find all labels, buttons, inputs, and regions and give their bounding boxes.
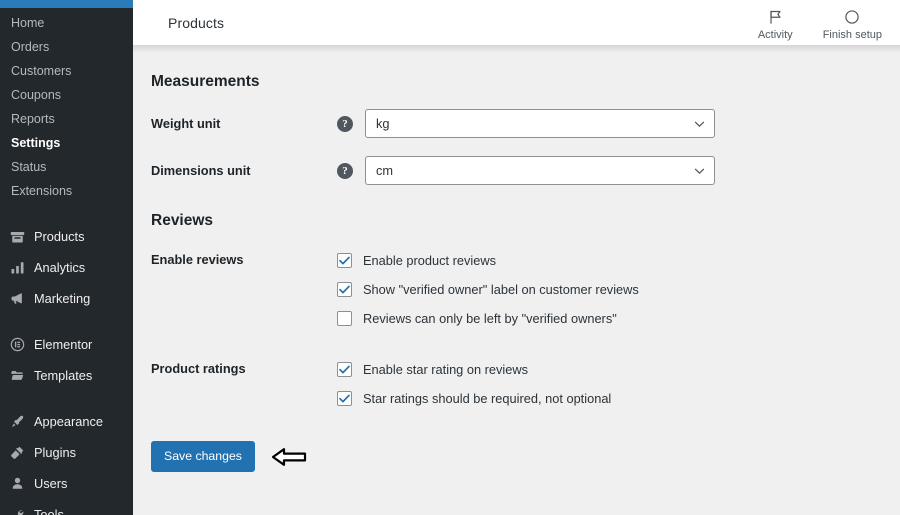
sidebar-item-label: Appearance xyxy=(34,413,104,429)
sidebar-item-templates[interactable]: Templates xyxy=(0,360,133,391)
sidebar-accent-bar xyxy=(0,0,133,8)
sidebar-item-marketing[interactable]: Marketing xyxy=(0,283,133,314)
sidebar-divider xyxy=(0,317,133,326)
checkbox-label: Enable star rating on reviews xyxy=(363,362,529,377)
plugins-icon xyxy=(9,444,26,461)
flag-icon xyxy=(764,7,786,27)
header-actions: Activity Finish setup xyxy=(758,5,900,41)
finish-setup-label: Finish setup xyxy=(822,28,882,41)
weight-unit-row: Weight unit ? kg xyxy=(151,109,900,138)
sidebar-item-label: Users xyxy=(34,475,68,491)
checkbox-row[interactable]: Show "verified owner" label on customer … xyxy=(337,282,639,297)
sidebar-item-label: Tools xyxy=(34,506,64,515)
sidebar-item-coupons[interactable]: Coupons xyxy=(0,83,133,107)
sidebar-item-reports[interactable]: Reports xyxy=(0,107,133,131)
sidebar-item-label: Elementor xyxy=(34,336,93,352)
sidebar-item-settings[interactable]: Settings xyxy=(0,131,133,155)
products-icon xyxy=(9,228,26,245)
reviews-section-title: Reviews xyxy=(151,212,214,229)
sidebar-item-label: Plugins xyxy=(34,444,76,460)
chevron-down-icon xyxy=(694,120,705,127)
sidebar-group-wordpress: Appearance Plugins Users Tools xyxy=(0,403,133,515)
save-changes-button[interactable]: Save changes xyxy=(151,441,255,472)
sidebar-item-analytics[interactable]: Analytics xyxy=(0,252,133,283)
checkbox-label: Show "verified owner" label on customer … xyxy=(363,282,639,297)
sidebar-item-plugins[interactable]: Plugins xyxy=(0,437,133,468)
sidebar-item-label: Products xyxy=(34,228,85,244)
sidebar-item-elementor[interactable]: Elementor xyxy=(0,329,133,360)
product-ratings-row: Product ratings Enable star rating on re… xyxy=(151,361,900,406)
product-ratings-label: Product ratings xyxy=(151,361,246,376)
enable-reviews-options: Enable product reviews Show "verified ow… xyxy=(337,252,639,326)
checkbox-row[interactable]: Enable star rating on reviews xyxy=(337,362,611,377)
enable-reviews-row: Enable reviews Enable product reviews Sh… xyxy=(151,252,900,326)
woocommerce-settings-screen: Home Orders Customers Coupons Reports Se… xyxy=(0,0,900,515)
sidebar-item-tools[interactable]: Tools xyxy=(0,499,133,515)
templates-icon xyxy=(9,367,26,384)
save-row: Save changes xyxy=(151,441,900,472)
elementor-icon xyxy=(9,336,26,353)
chevron-down-icon xyxy=(694,167,705,174)
sidebar-divider xyxy=(0,209,133,218)
checkbox-label: Star ratings should be required, not opt… xyxy=(363,391,612,406)
sidebar-item-status[interactable]: Status xyxy=(0,155,133,179)
activity-button[interactable]: Activity xyxy=(758,5,793,41)
enable-reviews-label: Enable reviews xyxy=(151,252,244,267)
page-header: Products Activity Finish setup xyxy=(133,0,900,53)
sidebar-item-users[interactable]: Users xyxy=(0,468,133,499)
sidebar-item-label: Marketing xyxy=(34,290,91,306)
activity-label: Activity xyxy=(757,28,793,41)
woocommerce-submenu: Home Orders Customers Coupons Reports Se… xyxy=(0,8,133,209)
weight-unit-value: kg xyxy=(376,116,390,131)
checkbox-row[interactable]: Enable product reviews xyxy=(337,253,639,268)
sidebar-item-label: Analytics xyxy=(34,259,86,275)
product-ratings-options: Enable star rating on reviews Star ratin… xyxy=(337,361,611,406)
marketing-icon xyxy=(9,290,26,307)
help-icon[interactable]: ? xyxy=(337,162,353,179)
circle-icon xyxy=(841,7,863,27)
sidebar-divider xyxy=(0,394,133,403)
checkbox-checked-icon[interactable] xyxy=(337,282,352,297)
finish-setup-button[interactable]: Finish setup xyxy=(823,5,882,41)
dimensions-unit-label: Dimensions unit xyxy=(151,163,251,178)
sidebar-item-label: Templates xyxy=(34,367,93,383)
page-title: Products xyxy=(168,14,225,31)
sidebar-item-home[interactable]: Home xyxy=(0,11,133,35)
checkbox-row[interactable]: Reviews can only be left by "verified ow… xyxy=(337,311,639,326)
users-icon xyxy=(9,475,26,492)
analytics-icon xyxy=(9,259,26,276)
main-area: Products Activity Finish setup Measureme… xyxy=(133,0,900,515)
sidebar-item-customers[interactable]: Customers xyxy=(0,59,133,83)
measurements-section-title: Measurements xyxy=(151,73,260,90)
sidebar-group-commerce: Products Analytics Marketing xyxy=(0,218,133,317)
help-icon[interactable]: ? xyxy=(337,115,353,132)
sidebar-group-elementor: Elementor Templates xyxy=(0,326,133,394)
sidebar-item-appearance[interactable]: Appearance xyxy=(0,406,133,437)
sidebar-item-orders[interactable]: Orders xyxy=(0,35,133,59)
left-arrow-annotation-icon xyxy=(271,446,307,468)
checkbox-checked-icon[interactable] xyxy=(337,391,352,406)
admin-sidebar: Home Orders Customers Coupons Reports Se… xyxy=(0,0,133,515)
dimensions-unit-row: Dimensions unit ? cm xyxy=(151,156,900,185)
tools-icon xyxy=(9,506,26,515)
checkbox-checked-icon[interactable] xyxy=(337,362,352,377)
weight-unit-select[interactable]: kg xyxy=(365,109,715,138)
dimensions-unit-select[interactable]: cm xyxy=(365,156,715,185)
checkbox-checked-icon[interactable] xyxy=(337,253,352,268)
appearance-icon xyxy=(9,413,26,430)
settings-content: Measurements Weight unit ? kg Dimensions… xyxy=(133,45,900,472)
checkbox-label: Reviews can only be left by "verified ow… xyxy=(363,311,617,326)
sidebar-item-products[interactable]: Products xyxy=(0,221,133,252)
dimensions-unit-value: cm xyxy=(376,163,394,178)
sidebar-item-extensions[interactable]: Extensions xyxy=(0,179,133,203)
checkbox-unchecked-icon[interactable] xyxy=(337,311,352,326)
weight-unit-label: Weight unit xyxy=(151,116,221,131)
checkbox-row[interactable]: Star ratings should be required, not opt… xyxy=(337,391,611,406)
checkbox-label: Enable product reviews xyxy=(363,253,497,268)
